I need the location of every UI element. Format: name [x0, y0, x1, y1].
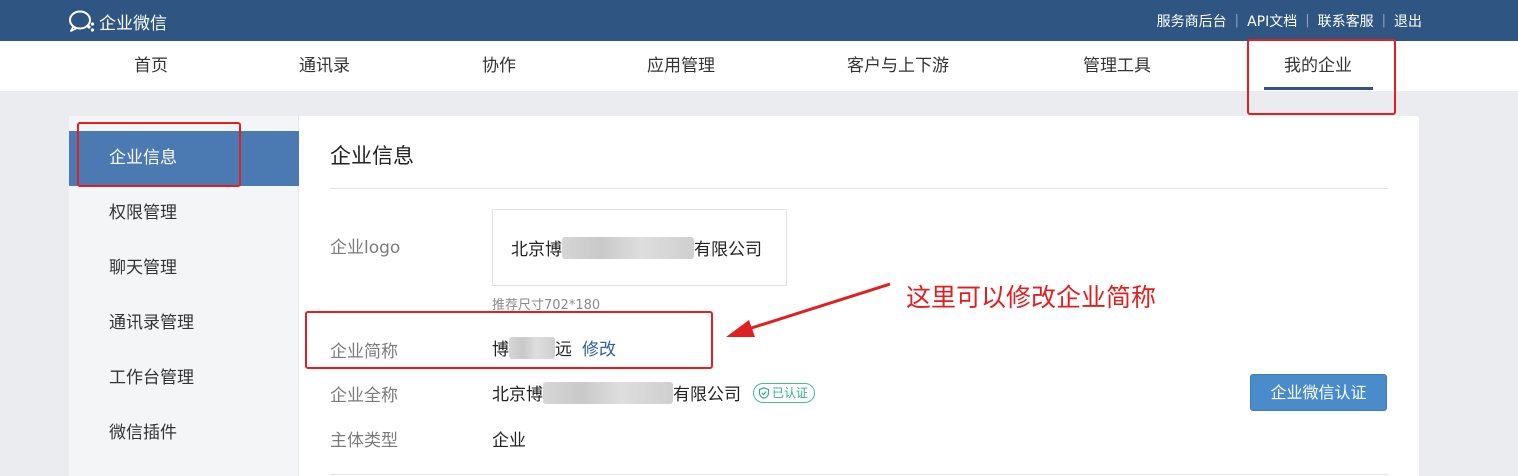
separator: |: [1381, 13, 1386, 28]
logout-link[interactable]: 退出: [1394, 11, 1422, 31]
divider: [330, 188, 1388, 189]
main-nav: 首页 通讯录 协作 应用管理 客户与上下游 管理工具 我的企业: [0, 41, 1518, 91]
nav-home[interactable]: 首页: [134, 41, 168, 91]
logo-text-prefix: 北京博: [511, 240, 562, 260]
top-bar: 企业微信 服务商后台 | API文档 | 联系客服 | 退出: [0, 0, 1518, 41]
redacted-text: [543, 381, 673, 404]
sidebar-item-enterprise-info[interactable]: 企业信息: [69, 131, 299, 186]
full-name-prefix: 北京博: [492, 385, 543, 405]
redacted-text: [562, 236, 694, 259]
short-name-label: 企业简称: [330, 342, 398, 362]
entity-type-label: 主体类型: [330, 431, 398, 451]
logo-text-suffix: 有限公司: [694, 240, 762, 260]
redacted-text: [509, 336, 555, 359]
full-name-suffix: 有限公司: [673, 385, 741, 405]
short-name-prefix: 博: [492, 340, 509, 360]
divider: [330, 474, 1388, 475]
sidebar-item-permissions[interactable]: 权限管理: [69, 186, 299, 241]
sidebar-item-contacts-management[interactable]: 通讯录管理: [69, 296, 299, 351]
nav-customers[interactable]: 客户与上下游: [847, 41, 949, 91]
short-name-suffix: 远: [555, 340, 572, 360]
nav-my-enterprise[interactable]: 我的企业: [1264, 41, 1373, 91]
shield-check-icon: [758, 386, 770, 399]
nav-app-management[interactable]: 应用管理: [647, 41, 715, 91]
enterprise-logo-preview[interactable]: 北京博 有限公司: [492, 209, 787, 286]
separator: |: [1234, 13, 1240, 28]
wecom-logo-icon: [69, 10, 95, 32]
edit-short-name-link[interactable]: 修改: [582, 335, 616, 360]
sidebar-item-workbench-management[interactable]: 工作台管理: [69, 351, 299, 406]
wecom-certification-button[interactable]: 企业微信认证: [1250, 374, 1387, 411]
nav-collaboration[interactable]: 协作: [482, 41, 516, 91]
full-name-value: 北京博 有限公司 已认证: [492, 380, 816, 405]
nav-management-tools[interactable]: 管理工具: [1083, 41, 1151, 91]
brand-name: 企业微信: [99, 13, 167, 34]
sidebar: 企业信息 权限管理 聊天管理 通讯录管理 工作台管理 微信插件: [69, 116, 299, 476]
top-links: 服务商后台 | API文档 | 联系客服 | 退出: [1157, 0, 1422, 41]
logo-size-hint: 推荐尺寸702*180: [492, 298, 601, 313]
logo-label: 企业logo: [330, 238, 401, 258]
entity-type-value: 企业: [492, 431, 526, 451]
verified-badge: 已认证: [753, 382, 816, 403]
annotation-text: 这里可以修改企业简称: [906, 283, 1157, 312]
content-card: 企业信息 权限管理 聊天管理 通讯录管理 工作台管理 微信插件 企业信息 企业l…: [69, 116, 1419, 476]
page-title: 企业信息: [330, 144, 414, 168]
sidebar-item-wechat-plugin[interactable]: 微信插件: [69, 406, 299, 461]
full-name-label: 企业全称: [330, 386, 398, 406]
nav-contacts[interactable]: 通讯录: [299, 41, 350, 91]
brand-logo[interactable]: 企业微信: [68, 8, 167, 34]
short-name-value: 博 远 修改: [492, 335, 616, 360]
sidebar-item-chat-management[interactable]: 聊天管理: [69, 241, 299, 296]
provider-console-link[interactable]: 服务商后台: [1157, 11, 1227, 31]
contact-support-link[interactable]: 联系客服: [1318, 11, 1374, 31]
api-docs-link[interactable]: API文档: [1247, 11, 1297, 31]
verified-badge-label: 已认证: [772, 386, 809, 400]
separator: |: [1305, 13, 1310, 28]
